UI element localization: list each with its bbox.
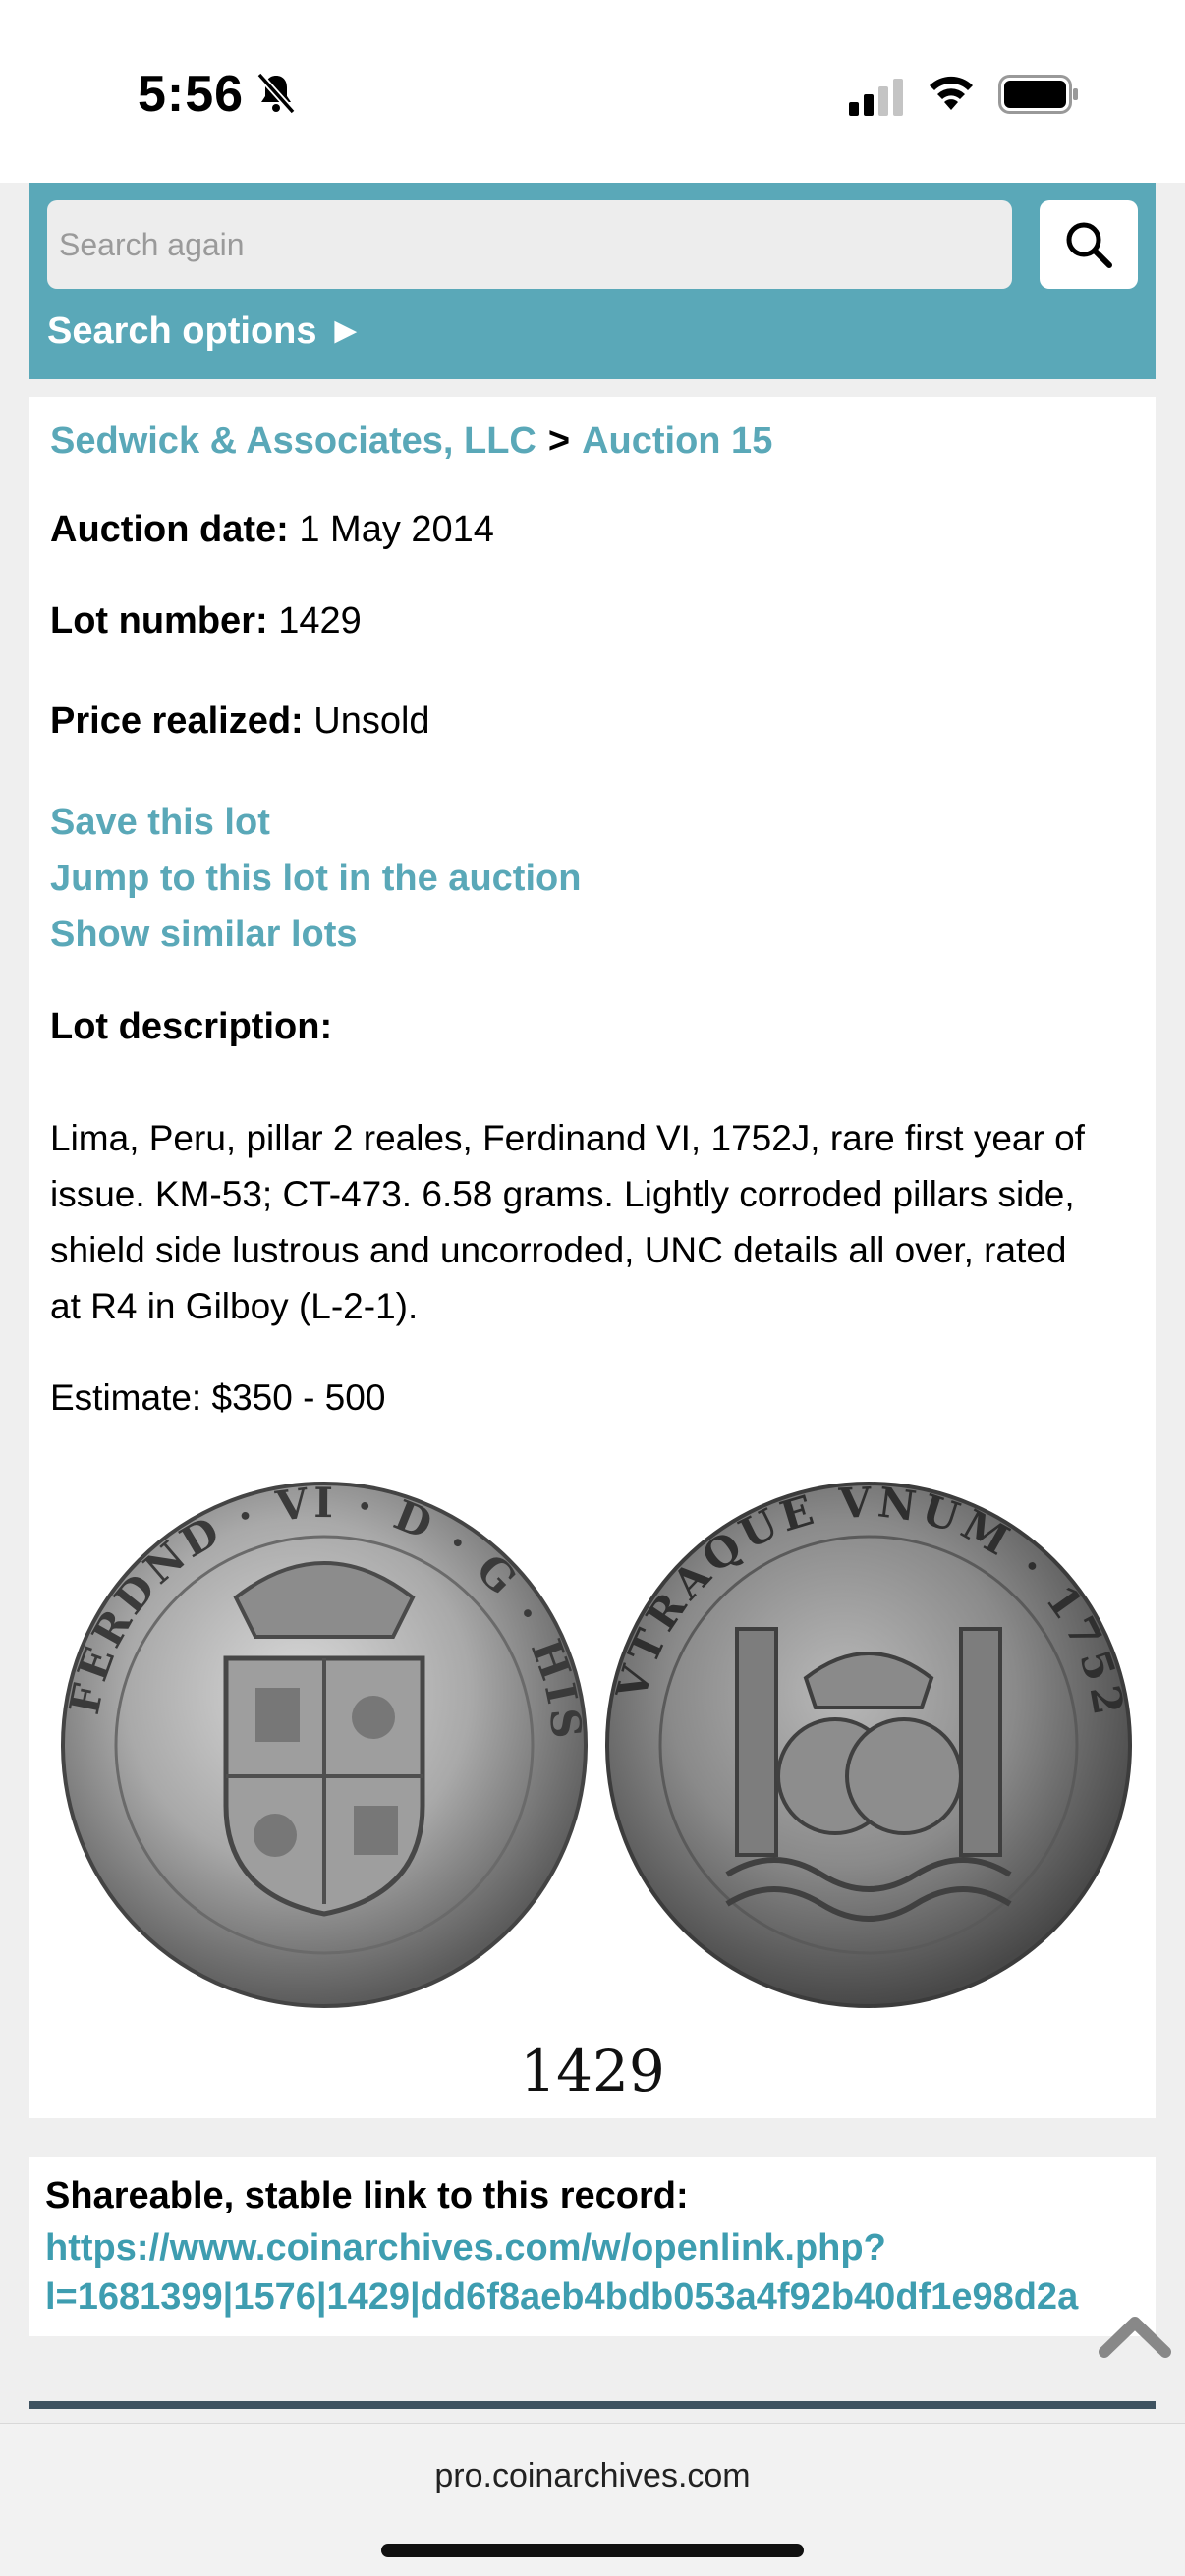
browser-address-bar[interactable]: pro.coinarchives.com <box>0 2423 1185 2576</box>
shareable-link-title: Shareable, stable link to this record: <box>45 2175 689 2216</box>
lot-description-text: Lima, Peru, pillar 2 reales, Ferdinand V… <box>50 1118 1085 1326</box>
search-bar: Search options ► <box>29 183 1156 379</box>
scroll-to-top-icon[interactable] <box>1099 2313 1171 2360</box>
breadcrumb-separator: > <box>547 420 571 462</box>
coin-image-caption: 1429 <box>520 2038 665 2104</box>
auction-date-row: Auction date: 1 May 2014 <box>50 509 494 551</box>
bell-slash-icon <box>256 72 296 115</box>
lot-actions: Save this lot Jump to this lot in the au… <box>50 795 581 963</box>
breadcrumb: Sedwick & Associates, LLC > Auction 15 <box>50 420 772 463</box>
browser-url[interactable]: pro.coinarchives.com <box>0 2457 1185 2495</box>
home-indicator <box>381 2544 804 2557</box>
coin-obverse: FERDND · VI · D · G · HISP · ET IND · R <box>59 1482 588 2008</box>
shareable-link-line2: l=1681399|1576|1429|dd6f8aeb4bdb053a4f92… <box>45 2276 1079 2318</box>
search-icon <box>1066 222 1112 268</box>
page-divider <box>29 2401 1156 2409</box>
lot-number-value: 1429 <box>278 600 362 642</box>
coin-image: FERDND · VI · D · G · HISP · ET IND · R … <box>59 1482 1132 2008</box>
lot-detail-panel: Sedwick & Associates, LLC > Auction 15 Auc… <box>29 397 1156 2118</box>
status-bar: 5:56 <box>0 0 1185 183</box>
lot-description-label: Lot description: <box>50 1006 333 1047</box>
breadcrumb-auction[interactable]: Auction 15 <box>582 420 772 462</box>
jump-to-lot-link[interactable]: Jump to this lot in the auction <box>50 851 581 907</box>
lot-number-label: Lot number: <box>50 600 268 642</box>
shareable-link-line1: https://www.coinarchives.com/w/openlink.… <box>45 2227 886 2268</box>
shareable-link[interactable]: https://www.coinarchives.com/w/openlink.… <box>45 2223 1140 2322</box>
search-options-toggle[interactable]: Search options ► <box>47 310 365 353</box>
wifi-icon <box>930 76 973 110</box>
status-time: 5:56 <box>138 66 245 123</box>
lot-number-row: Lot number: 1429 <box>50 600 362 643</box>
search-input[interactable] <box>47 200 1012 289</box>
similar-lots-link[interactable]: Show similar lots <box>50 907 581 963</box>
search-button[interactable] <box>1040 200 1138 289</box>
price-realized-row: Price realized: Unsold <box>50 700 430 743</box>
price-realized-label: Price realized: <box>50 700 304 742</box>
shareable-link-box: Shareable, stable link to this record: h… <box>29 2157 1156 2336</box>
auction-date-label: Auction date: <box>50 509 289 550</box>
battery-icon <box>998 75 1078 114</box>
auction-date-value: 1 May 2014 <box>299 509 494 550</box>
price-realized-value: Unsold <box>313 700 430 742</box>
save-lot-link[interactable]: Save this lot <box>50 795 581 851</box>
breadcrumb-auction-house[interactable]: Sedwick & Associates, LLC <box>50 420 536 462</box>
cellular-signal-icon <box>849 79 903 116</box>
estimate-text: Estimate: $350 - 500 <box>50 1377 386 1418</box>
